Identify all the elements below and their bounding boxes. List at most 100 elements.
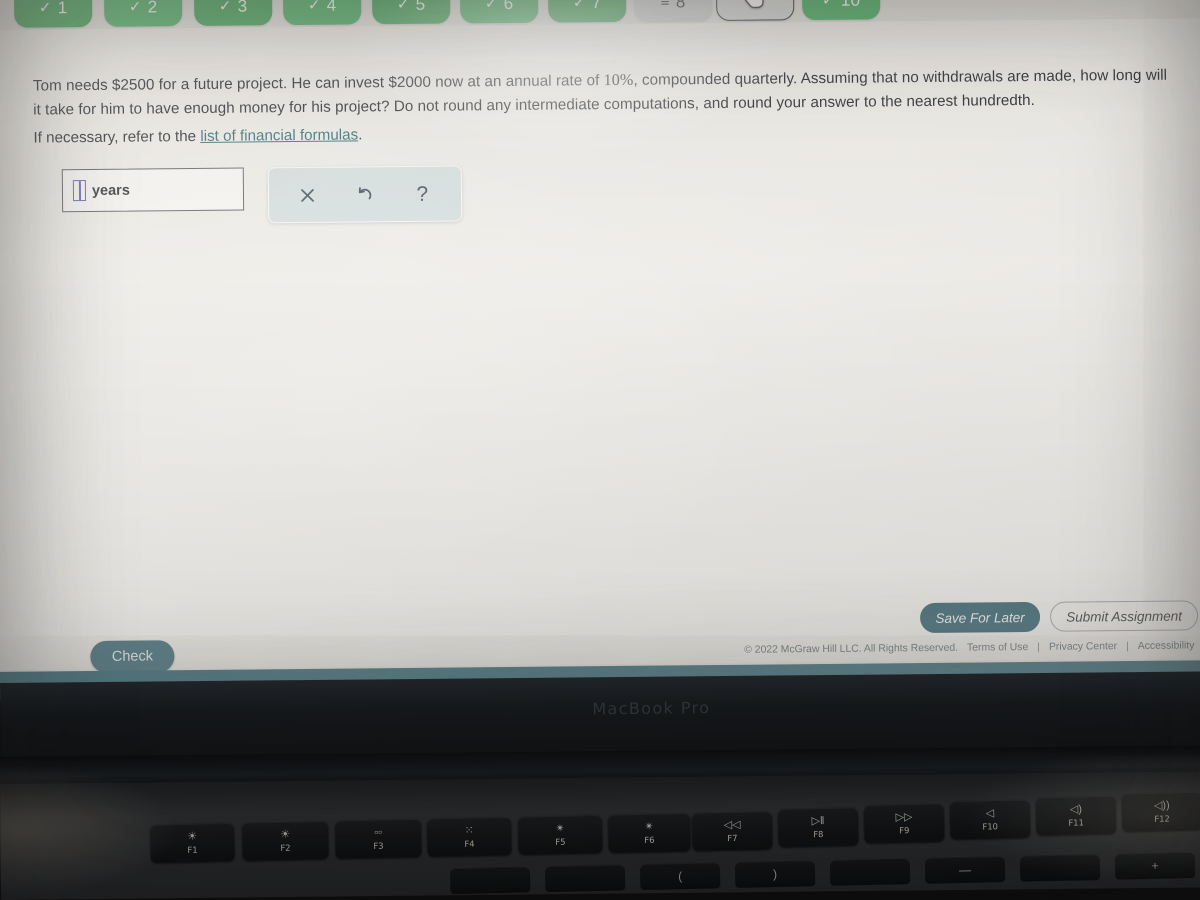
photo-of-laptop-screen: Tom needs $2500 for a future project. He…	[0, 0, 1200, 900]
question-tab-number: 6	[503, 0, 514, 13]
key-label: F9	[899, 824, 910, 835]
question-tab-4[interactable]: ✓ 4	[282, 0, 362, 26]
question-tab-3[interactable]: ✓ 3	[193, 0, 273, 27]
volume-down-icon: ◁)	[1069, 803, 1083, 816]
question-rate: 10%	[603, 70, 634, 90]
key-number-row-7[interactable]: +	[1114, 851, 1196, 880]
help-icon[interactable]: ?	[407, 179, 437, 209]
answer-entry-row: years ?	[61, 165, 463, 225]
terms-of-use-link[interactable]: Terms of Use	[967, 642, 1028, 654]
assignment-content-panel: Tom needs $2500 for a future project. He…	[0, 18, 1200, 670]
key-f10[interactable]: ◁ F10	[949, 799, 1031, 840]
play-pause-icon: ▷‖	[811, 815, 825, 828]
key-label: F11	[1068, 816, 1084, 828]
key-label: F8	[813, 828, 824, 839]
math-tool-palette: ?	[267, 165, 463, 224]
key-number-row-6[interactable]	[1019, 854, 1101, 882]
checkmark-icon: ✓	[396, 0, 410, 13]
privacy-center-link[interactable]: Privacy Center	[1049, 641, 1117, 653]
copyright-text: © 2022 McGraw Hill LLC. All Rights Reser…	[744, 642, 959, 656]
partial-credit-icon: ≡	[660, 0, 670, 11]
key-label: F10	[982, 820, 999, 832]
key-f2[interactable]: ☀ F2	[241, 820, 329, 861]
key-label: F2	[280, 842, 291, 853]
key-f6[interactable]: ✴ F6	[607, 812, 691, 853]
checkmark-icon: ✓	[128, 0, 142, 16]
checkmark-icon: ✓	[218, 0, 232, 15]
undo-icon[interactable]	[350, 179, 380, 209]
key-label: F1	[187, 844, 198, 855]
reference-suffix: .	[358, 126, 363, 144]
answer-input[interactable]: years	[61, 167, 245, 213]
reference-prefix: If necessary, refer to the	[33, 127, 201, 147]
key-f3[interactable]: ▫▫ F3	[334, 818, 422, 859]
assignment-action-bar: Check Save For Later Submit Assignment	[0, 588, 1200, 674]
question-tab-number: 2	[147, 0, 158, 16]
formula-reference-line: If necessary, refer to the list of finan…	[33, 126, 362, 146]
question-tab-8[interactable]: ≡ 8	[633, 0, 713, 22]
key-label: F6	[644, 834, 655, 845]
keyboard-brightness-up-icon: ✴	[644, 820, 654, 833]
checkmark-icon: ✓	[307, 0, 321, 14]
footer-separator-1: |	[1037, 641, 1040, 653]
hand-pointer-cursor	[745, 0, 764, 8]
key-number-row-4[interactable]	[829, 858, 911, 886]
question-tab-number: 1	[57, 0, 68, 17]
brightness-down-icon: ☀	[187, 830, 198, 843]
question-tab-2[interactable]: ✓ 2	[103, 0, 183, 27]
question-tab-6[interactable]: ✓ 6	[459, 0, 539, 24]
laptop-screen: Tom needs $2500 for a future project. He…	[0, 0, 1200, 700]
checkmark-icon: ✓	[822, 0, 835, 8]
key-f8[interactable]: ▷‖ F8	[777, 807, 859, 848]
question-tab-number: 4	[326, 0, 337, 15]
footer-separator-2: |	[1126, 641, 1129, 653]
key-label: F4	[464, 838, 475, 849]
volume-up-icon: ◁))	[1153, 799, 1170, 812]
key-number-row-5[interactable]: —	[924, 856, 1006, 884]
key-f5[interactable]: ✴ F5	[517, 814, 603, 855]
question-tab-7[interactable]: ✓ 7	[547, 0, 627, 23]
question-text: Tom needs $2500 for a future project. He…	[33, 63, 1173, 123]
key-label: F7	[727, 832, 738, 843]
key-number-row-0[interactable]	[449, 866, 531, 895]
question-tab-10[interactable]: ✓ 10	[801, 0, 881, 21]
brightness-up-icon: ☀	[280, 828, 291, 841]
key-label: F12	[1154, 812, 1170, 824]
question-body-part1: Tom needs $2500 for a future project. He…	[32, 72, 604, 95]
close-icon[interactable]	[293, 180, 323, 210]
key-f7[interactable]: ◁◁ F7	[691, 811, 773, 851]
key-label: F3	[373, 840, 384, 851]
accessibility-link[interactable]: Accessibility	[1138, 640, 1195, 652]
mission-control-icon: ▫▫	[374, 826, 383, 839]
key-number-row-3[interactable]: )	[734, 860, 816, 888]
launchpad-icon: ⁙	[464, 824, 474, 837]
question-tab-5[interactable]: ✓ 5	[371, 0, 451, 25]
math-cursor-placeholder-icon	[72, 180, 87, 202]
question-tab-number: 3	[237, 0, 248, 16]
question-tab-number: 7	[591, 0, 602, 12]
checkmark-icon: ✓	[484, 0, 498, 12]
rewind-icon: ◁◁	[723, 818, 741, 832]
save-for-later-button[interactable]: Save For Later	[919, 601, 1041, 634]
question-tab-number: 10	[841, 0, 861, 9]
key-f4[interactable]: ⁙ F4	[426, 816, 512, 857]
key-f9[interactable]: ▷▷ F9	[863, 803, 945, 844]
browser-viewport: Tom needs $2500 for a future project. He…	[0, 0, 1200, 700]
question-tab-1[interactable]: ✓ 1	[13, 0, 93, 28]
key-label: F5	[555, 836, 566, 847]
financial-formulas-link[interactable]: list of financial formulas	[200, 126, 358, 145]
check-button[interactable]: Check	[90, 640, 175, 674]
checkmark-icon: ✓	[572, 0, 586, 11]
answer-unit-label: years	[91, 182, 130, 199]
key-f12[interactable]: ◁)) F12	[1121, 791, 1200, 832]
key-f1[interactable]: ☀ F1	[149, 822, 235, 863]
keyboard-brightness-down-icon: ✴	[555, 822, 565, 835]
key-number-row-2[interactable]: (	[639, 862, 721, 891]
key-f11[interactable]: ◁) F11	[1035, 795, 1117, 836]
key-number-row-1[interactable]	[544, 864, 626, 893]
macbook-pro-label: MacBook Pro	[592, 698, 711, 719]
checkmark-icon: ✓	[38, 0, 52, 16]
question-tab-number: 5	[415, 0, 426, 14]
mute-icon: ◁	[985, 807, 995, 820]
submit-assignment-button[interactable]: Submit Assignment	[1049, 600, 1199, 632]
